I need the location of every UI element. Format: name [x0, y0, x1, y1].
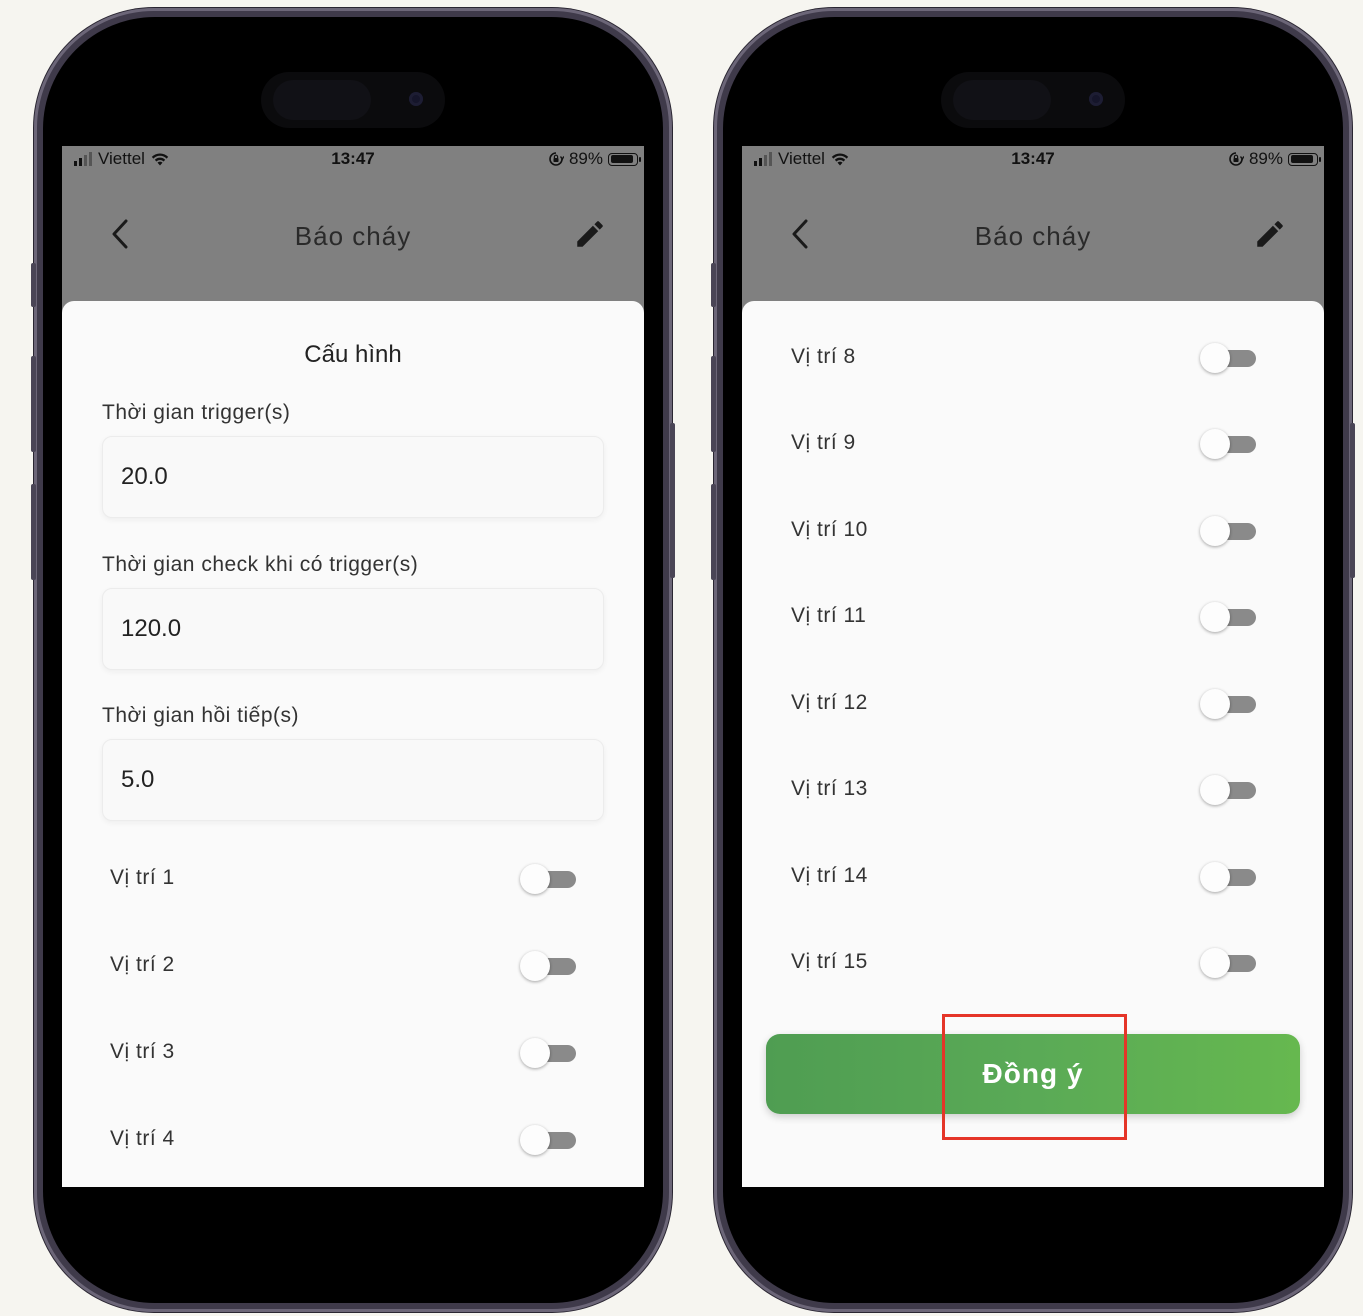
- position-toggle[interactable]: [520, 864, 578, 894]
- volume-down-button: [711, 484, 716, 580]
- dynamic-island: [941, 72, 1125, 128]
- trigger-time-input[interactable]: [103, 437, 603, 517]
- page-title: Báo cháy: [974, 221, 1092, 251]
- battery-icon: [608, 152, 641, 166]
- position-row: Vị trí 8: [742, 328, 1324, 388]
- position-toggle[interactable]: [520, 1125, 578, 1155]
- dynamic-island: [261, 72, 445, 128]
- battery-percentage: 89%: [568, 149, 603, 168]
- position-label: Vị trí 3: [110, 1040, 175, 1063]
- phone-frame-left: Viettel 13:47 89% Báo cháy Cấu hình Thời…: [31, 8, 675, 1312]
- orientation-lock-icon: [1229, 152, 1244, 166]
- config-sheet: Cấu hình Thời gian trigger(s) Thời gian …: [62, 301, 644, 1187]
- trigger-time-label: Thời gian trigger(s): [102, 401, 291, 424]
- position-toggle[interactable]: [1200, 429, 1258, 459]
- position-toggle[interactable]: [1200, 516, 1258, 546]
- position-toggle[interactable]: [1200, 602, 1258, 632]
- phone-frame-right: Viettel 13:47 89% Báo cháy Vị trí 8 Vị t…: [711, 8, 1355, 1312]
- position-row: Vị trí 14: [742, 847, 1324, 907]
- position-toggle[interactable]: [1200, 862, 1258, 892]
- battery-percentage: 89%: [1248, 149, 1283, 168]
- position-label: Vị trí 8: [791, 345, 856, 368]
- position-row: Vị trí 13: [742, 760, 1324, 820]
- status-bar: Viettel 13:47 89%: [742, 146, 1324, 176]
- position-row: Vị trí 4: [62, 1110, 644, 1170]
- edit-button[interactable]: [572, 216, 608, 252]
- position-label: Vị trí 9: [791, 431, 856, 454]
- confirm-button[interactable]: Đồng ý: [766, 1034, 1300, 1114]
- position-label: Vị trí 1: [110, 866, 175, 889]
- position-toggle[interactable]: [520, 1038, 578, 1068]
- position-row: Vị trí 9: [742, 414, 1324, 474]
- mute-switch: [31, 263, 36, 307]
- position-row: Vị trí 15: [742, 933, 1324, 993]
- position-label: Vị trí 14: [791, 864, 868, 887]
- volume-up-button: [711, 356, 716, 452]
- position-toggle[interactable]: [520, 951, 578, 981]
- feedback-time-input[interactable]: [103, 740, 603, 820]
- check-time-field[interactable]: [102, 588, 604, 670]
- camera-icon: [409, 92, 423, 106]
- orientation-lock-icon: [549, 152, 564, 166]
- navigation-bar: Báo cháy: [62, 186, 644, 286]
- position-row: Vị trí 2: [62, 936, 644, 996]
- position-label: Vị trí 12: [791, 691, 868, 714]
- power-button: [670, 423, 675, 578]
- sheet-title: Cấu hình: [304, 341, 402, 368]
- app-screen: Viettel 13:47 89% Báo cháy: [62, 146, 644, 1187]
- screen-bezel: Viettel 13:47 89% Báo cháy: [723, 17, 1343, 1303]
- feedback-time-label: Thời gian hồi tiếp(s): [102, 704, 300, 727]
- position-row: Vị trí 10: [742, 501, 1324, 561]
- position-toggle[interactable]: [1200, 343, 1258, 373]
- page-title: Báo cháy: [294, 221, 412, 251]
- position-row: Vị trí 1: [62, 849, 644, 909]
- feedback-time-field[interactable]: [102, 739, 604, 821]
- edit-button[interactable]: [1252, 216, 1288, 252]
- check-time-input[interactable]: [103, 589, 603, 669]
- position-label: Vị trí 11: [791, 604, 867, 627]
- position-row: Vị trí 11: [742, 587, 1324, 647]
- position-row: Vị trí 3: [62, 1023, 644, 1083]
- position-toggle[interactable]: [1200, 948, 1258, 978]
- config-sheet: Vị trí 8 Vị trí 9 Vị trí 10 Vị trí 11 Vị…: [742, 301, 1324, 1187]
- screen-bezel: Viettel 13:47 89% Báo cháy: [43, 17, 663, 1303]
- camera-icon: [1089, 92, 1103, 106]
- power-button: [1350, 423, 1355, 578]
- navigation-bar: Báo cháy: [742, 186, 1324, 286]
- position-label: Vị trí 15: [791, 950, 868, 973]
- app-screen: Viettel 13:47 89% Báo cháy: [742, 146, 1324, 1187]
- status-bar: Viettel 13:47 89%: [62, 146, 644, 176]
- position-label: Vị trí 10: [791, 518, 868, 541]
- mute-switch: [711, 263, 716, 307]
- position-label: Vị trí 4: [110, 1127, 175, 1150]
- battery-icon: [1288, 152, 1321, 166]
- pencil-icon: [1257, 221, 1283, 247]
- position-toggle[interactable]: [1200, 775, 1258, 805]
- check-time-label: Thời gian check khi có trigger(s): [102, 553, 419, 576]
- position-toggle[interactable]: [1200, 689, 1258, 719]
- position-label: Vị trí 13: [791, 777, 868, 800]
- pencil-icon: [577, 221, 603, 247]
- position-row: Vị trí 12: [742, 674, 1324, 734]
- volume-up-button: [31, 356, 36, 452]
- trigger-time-field[interactable]: [102, 436, 604, 518]
- position-label: Vị trí 2: [110, 953, 175, 976]
- volume-down-button: [31, 484, 36, 580]
